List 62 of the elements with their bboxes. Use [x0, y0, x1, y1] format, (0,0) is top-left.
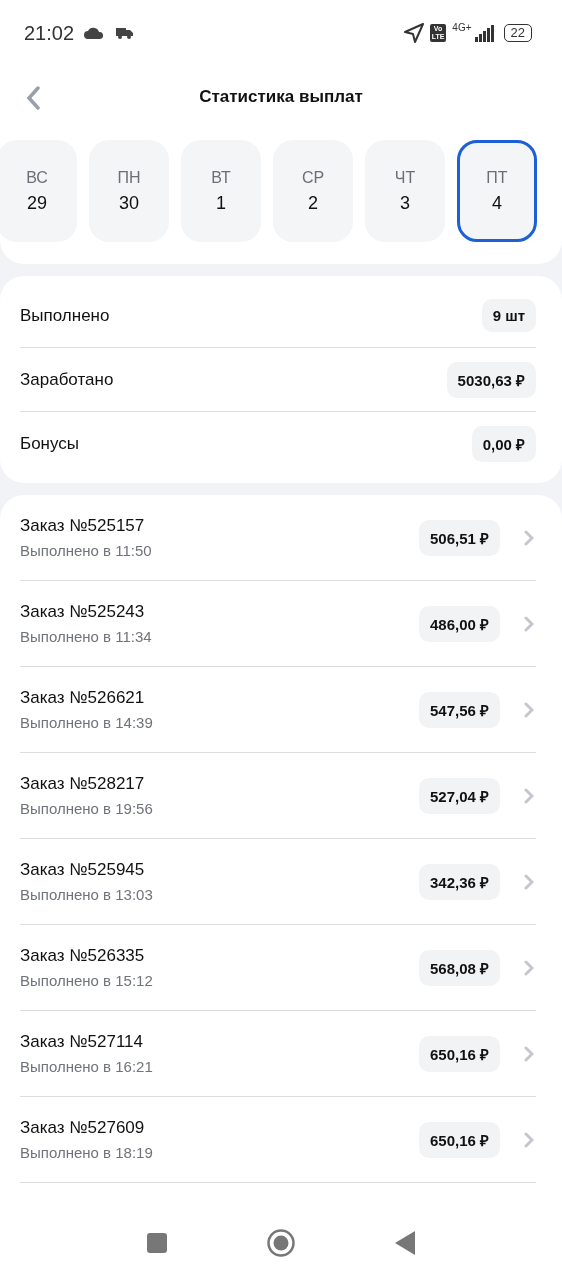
order-item[interactable]: Заказ №525945 Выполнено в 13:03 342,36 ₽	[20, 839, 536, 925]
truck-icon	[116, 27, 134, 39]
order-item[interactable]: Заказ №526621 Выполнено в 14:39 547,56 ₽	[20, 667, 536, 753]
chevron-right-icon	[524, 529, 534, 546]
order-time: Выполнено в 16:21	[20, 1058, 154, 1075]
order-amount: 527,04 ₽	[418, 777, 500, 814]
order-item[interactable]: Заказ №525157 Выполнено в 11:50 506,51 ₽	[20, 495, 536, 581]
order-title: Заказ №526621	[20, 688, 146, 708]
order-amount: 650,16 ₽	[418, 1121, 500, 1158]
battery-indicator: 22	[503, 24, 532, 42]
order-time: Выполнено в 14:39	[20, 714, 154, 731]
order-amount: 547,56 ₽	[418, 691, 500, 728]
order-time: Выполнено в 11:50	[20, 542, 153, 559]
order-item[interactable]: Заказ №526335 Выполнено в 15:12 568,08 ₽	[20, 925, 536, 1011]
order-time: Выполнено в 11:34	[20, 628, 153, 645]
day-tab[interactable]: ПТ 4	[457, 140, 537, 242]
order-amount: 342,36 ₽	[418, 863, 500, 900]
order-amount: 486,00 ₽	[418, 605, 500, 642]
order-title: Заказ №528217	[20, 774, 146, 794]
status-time: 21:02	[24, 21, 75, 45]
order-item[interactable]: Заказ №527609 Выполнено в 18:19 650,16 ₽	[20, 1097, 536, 1183]
chevron-right-icon	[524, 959, 534, 976]
summary-value: 0,00 ₽	[471, 425, 536, 462]
day-tab[interactable]: ВС 29	[0, 140, 77, 242]
order-time: Выполнено в 13:03	[20, 886, 154, 903]
order-item[interactable]: Заказ №527114 Выполнено в 16:21 650,16 ₽	[20, 1011, 536, 1097]
chevron-right-icon	[524, 1131, 534, 1148]
location-arrow-icon	[403, 23, 424, 43]
chevron-right-icon	[524, 615, 534, 632]
order-time: Выполнено в 15:12	[20, 972, 154, 989]
order-amount: 568,08 ₽	[418, 949, 500, 986]
network-type: 4G+	[452, 22, 472, 33]
chevron-right-icon	[524, 787, 534, 804]
day-tab[interactable]: ЧТ 3	[365, 140, 445, 242]
order-item[interactable]: Заказ №528217 Выполнено в 19:56 527,04 ₽	[20, 753, 536, 839]
cloud-icon	[84, 27, 105, 39]
summary-label: Выполнено	[20, 305, 110, 326]
order-title: Заказ №525945	[20, 860, 146, 880]
chevron-right-icon	[524, 873, 534, 890]
day-tab[interactable]: СР 2	[273, 140, 353, 242]
chevron-right-icon	[524, 1045, 534, 1062]
order-amount: 506,51 ₽	[418, 519, 500, 556]
order-title: Заказ №527609	[20, 1118, 146, 1138]
signal-icon	[473, 24, 494, 42]
summary-value: 5030,63 ₽	[446, 361, 536, 398]
home-icon[interactable]	[267, 1229, 295, 1257]
summary-value: 9 шт	[481, 299, 536, 332]
screen-title: Статистика выплат	[199, 87, 363, 107]
chevron-right-icon	[524, 701, 534, 718]
order-amount: 650,16 ₽	[418, 1035, 500, 1072]
back-nav-icon[interactable]	[395, 1231, 415, 1255]
order-title: Заказ №525157	[20, 516, 146, 536]
day-tab[interactable]: ВТ 1	[181, 140, 261, 242]
day-tab[interactable]: ПН 30	[89, 140, 169, 242]
order-time: Выполнено в 19:56	[20, 800, 154, 817]
order-title: Заказ №526335	[20, 946, 146, 966]
order-title: Заказ №525243	[20, 602, 146, 622]
summary-label: Заработано	[20, 369, 114, 390]
order-title: Заказ №527114	[20, 1032, 145, 1052]
summary-label: Бонусы	[20, 433, 80, 454]
order-item[interactable]: Заказ №525243 Выполнено в 11:34 486,00 ₽	[20, 581, 536, 667]
order-time: Выполнено в 18:19	[20, 1144, 154, 1161]
